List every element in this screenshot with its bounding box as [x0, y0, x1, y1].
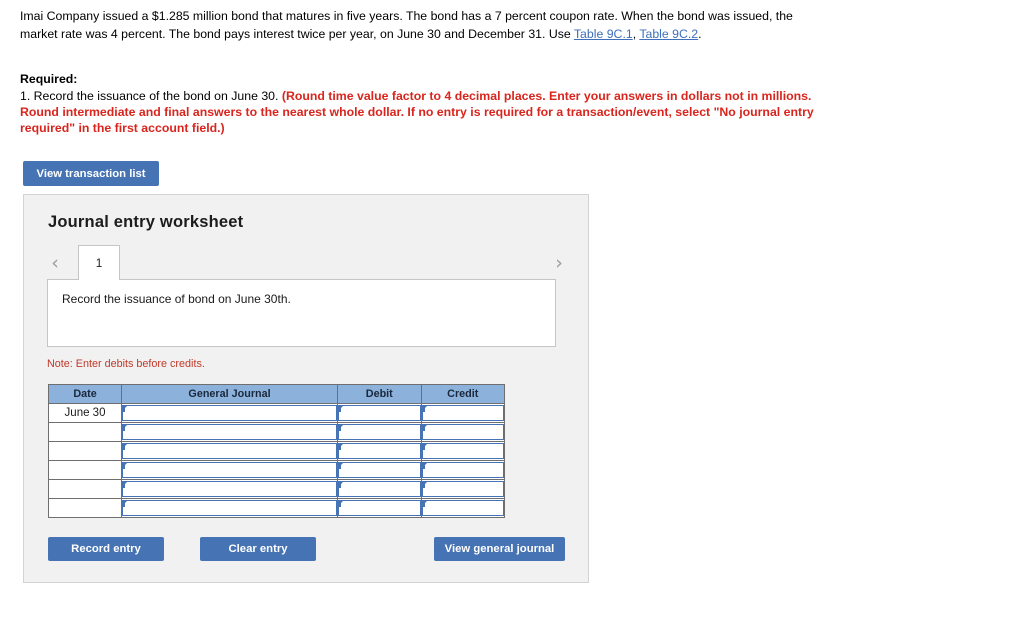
problem-statement: Imai Company issued a $1.285 million bon…	[20, 8, 810, 43]
debit-cell[interactable]	[337, 460, 422, 480]
date-cell[interactable]	[47, 460, 123, 480]
debit-cell[interactable]	[337, 403, 422, 423]
chevron-right-icon[interactable]: ›	[550, 253, 568, 273]
clear-entry-button[interactable]: Clear entry	[200, 537, 316, 561]
general-journal-input[interactable]	[122, 443, 338, 459]
debits-before-credits-note: Note: Enter debits before credits.	[47, 358, 205, 370]
required-block: Required: 1. Record the issuance of the …	[20, 71, 820, 136]
view-general-journal-button[interactable]: View general journal	[434, 537, 565, 561]
general-journal-input[interactable]	[122, 462, 338, 478]
journal-entry-table: Date General Journal Debit Credit June 3…	[47, 384, 505, 518]
table-row	[47, 460, 505, 480]
credit-cell[interactable]	[420, 441, 505, 461]
debit-cell[interactable]	[337, 479, 422, 499]
column-header-date: Date	[47, 384, 123, 404]
column-header-debit: Debit	[337, 384, 422, 404]
date-cell[interactable]	[47, 498, 123, 518]
problem-text-2: .	[698, 26, 702, 41]
general-journal-cell[interactable]	[121, 498, 339, 518]
credit-input[interactable]	[421, 405, 504, 421]
date-cell[interactable]	[47, 479, 123, 499]
debit-input[interactable]	[338, 500, 421, 516]
credit-input[interactable]	[421, 500, 504, 516]
date-cell[interactable]	[47, 441, 123, 461]
debit-input[interactable]	[338, 481, 421, 497]
general-journal-input[interactable]	[122, 424, 338, 440]
column-header-general-journal: General Journal	[121, 384, 339, 404]
debit-input[interactable]	[338, 462, 421, 478]
required-item-number: 1. Record the issuance of the bond on Ju…	[20, 89, 282, 103]
general-journal-cell[interactable]	[121, 422, 339, 442]
credit-input[interactable]	[421, 462, 504, 478]
journal-entry-worksheet-panel: Journal entry worksheet ‹ 1 › Record the…	[23, 194, 589, 583]
debit-input[interactable]	[338, 424, 421, 440]
credit-cell[interactable]	[420, 479, 505, 499]
chevron-left-icon[interactable]: ‹	[46, 253, 64, 273]
required-item: 1. Record the issuance of the bond on Ju…	[20, 88, 820, 136]
table-row	[47, 498, 505, 518]
worksheet-tab-1[interactable]: 1	[78, 245, 120, 280]
question-page: Imai Company issued a $1.285 million bon…	[0, 0, 1024, 619]
credit-cell[interactable]	[420, 498, 505, 518]
credit-input[interactable]	[421, 443, 504, 459]
view-transaction-list-button[interactable]: View transaction list	[23, 161, 159, 186]
debit-cell[interactable]	[337, 498, 422, 518]
link-table-9c1[interactable]: Table 9C.1	[574, 27, 633, 41]
date-cell[interactable]: June 30	[47, 403, 123, 423]
debit-input[interactable]	[338, 405, 421, 421]
table-row	[47, 422, 505, 442]
general-journal-input[interactable]	[122, 405, 338, 421]
table-row: June 30	[47, 403, 505, 423]
required-label: Required:	[20, 72, 78, 86]
general-journal-cell[interactable]	[121, 460, 339, 480]
column-header-credit: Credit	[420, 384, 505, 404]
general-journal-input[interactable]	[122, 500, 338, 516]
worksheet-tabstrip: ‹ 1 ›	[24, 245, 590, 280]
credit-input[interactable]	[421, 481, 504, 497]
general-journal-cell[interactable]	[121, 403, 339, 423]
date-cell[interactable]	[47, 422, 123, 442]
credit-cell[interactable]	[420, 422, 505, 442]
link-table-9c2[interactable]: Table 9C.2	[639, 27, 698, 41]
transaction-description-text: Record the issuance of bond on June 30th…	[62, 292, 291, 306]
table-row	[47, 479, 505, 499]
table-header-row: Date General Journal Debit Credit	[47, 384, 505, 404]
credit-cell[interactable]	[420, 403, 505, 423]
general-journal-cell[interactable]	[121, 479, 339, 499]
debit-input[interactable]	[338, 443, 421, 459]
debit-cell[interactable]	[337, 441, 422, 461]
credit-input[interactable]	[421, 424, 504, 440]
transaction-description-box: Record the issuance of bond on June 30th…	[47, 279, 556, 347]
credit-cell[interactable]	[420, 460, 505, 480]
general-journal-input[interactable]	[122, 481, 338, 497]
table-row	[47, 441, 505, 461]
debit-cell[interactable]	[337, 422, 422, 442]
panel-title: Journal entry worksheet	[48, 213, 244, 231]
record-entry-button[interactable]: Record entry	[48, 537, 164, 561]
general-journal-cell[interactable]	[121, 441, 339, 461]
